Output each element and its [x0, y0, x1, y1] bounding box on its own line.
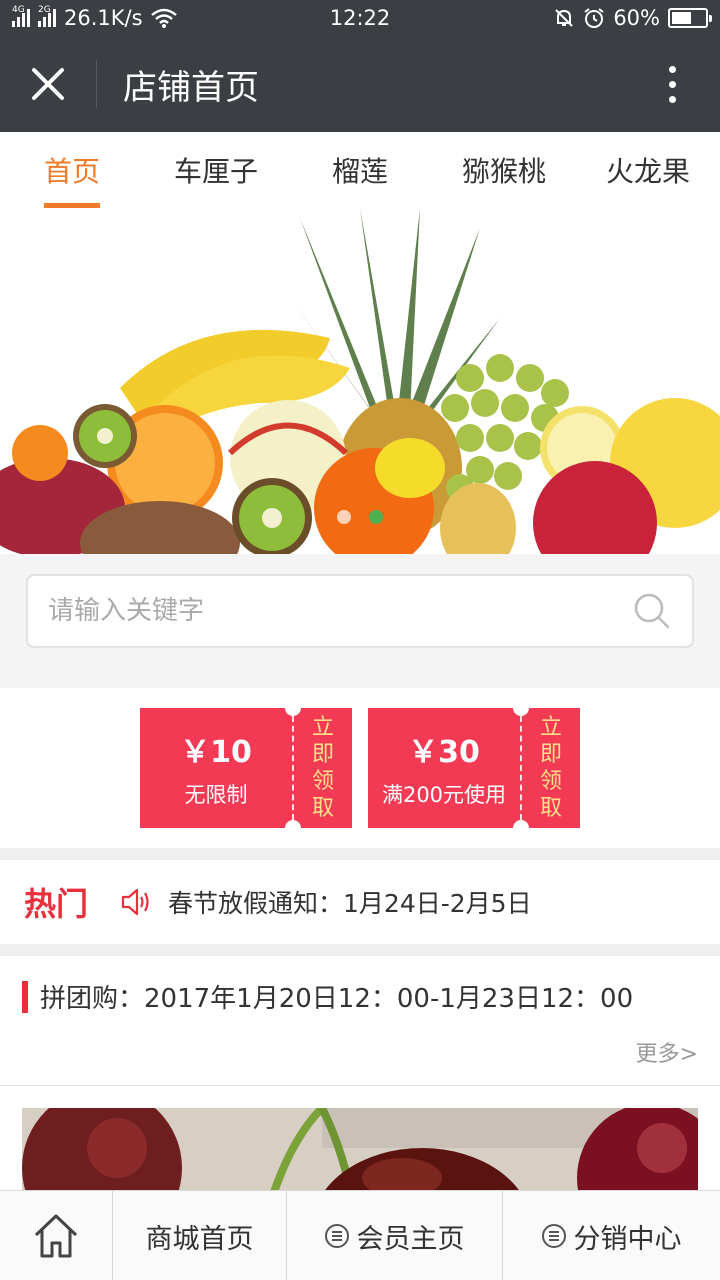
close-button[interactable] — [0, 36, 96, 132]
group-buy-header: 拼团购：2017年1月20日12：00-1月23日12：00 — [22, 978, 633, 1015]
close-icon — [32, 68, 64, 100]
nav-distribution-center[interactable]: 分销中心 — [503, 1191, 720, 1280]
more-vertical-icon — [668, 65, 676, 73]
coupon-condition: 无限制 — [184, 783, 248, 807]
claim-char: 取 — [539, 796, 562, 821]
cherry-image — [22, 1108, 698, 1198]
bottom-navigation: 商城首页 会员主页 分销中心 — [0, 1190, 720, 1280]
tab-label: 火龙果 — [605, 155, 690, 188]
coupon-notch — [285, 700, 301, 716]
coupon-perforation — [520, 716, 522, 820]
coupon-condition: 满200元使用 — [381, 783, 507, 807]
tab-label: 猕猴桃 — [461, 155, 546, 188]
claim-char: 领 — [311, 769, 334, 794]
claim-char: 立 — [539, 715, 562, 740]
search-box[interactable] — [26, 574, 694, 648]
speaker-icon — [121, 888, 149, 916]
nav-member-home[interactable]: 会员主页 — [287, 1191, 503, 1280]
notice-text[interactable]: 春节放假通知：1月24日-2月5日 — [168, 884, 532, 920]
signal-4g-icon: 4G — [12, 5, 30, 27]
claim-char: 立 — [311, 715, 334, 740]
claim-char: 即 — [311, 742, 334, 767]
coupon-notch — [513, 820, 529, 836]
coupon-main: ￥10 无限制 — [140, 708, 292, 828]
claim-char: 领 — [539, 769, 562, 794]
nav-label: 会员主页 — [356, 1223, 465, 1255]
tab-kiwi[interactable]: 猕猴桃 — [432, 132, 576, 208]
coupon-10[interactable]: ￥10 无限制 立 即 领 取 — [140, 700, 352, 836]
nav-mall-home[interactable]: 商城首页 — [113, 1191, 287, 1280]
title-divider — [96, 60, 97, 108]
signal-2g-icon: 2G — [38, 5, 56, 27]
category-tabs: 首页 车厘子 榴莲 猕猴桃 火龙果 — [0, 132, 720, 208]
search-section — [0, 554, 720, 688]
banner-dot-1[interactable] — [337, 510, 351, 524]
app-screen: 4G 2G 26.1K/s 12:22 60% 店铺首页 首页 车厘子 榴莲 猕… — [0, 0, 720, 1280]
search-icon[interactable] — [632, 591, 672, 631]
claim-coupon-button[interactable]: 立 即 领 取 — [520, 708, 580, 828]
status-right: 60% — [553, 6, 712, 30]
tab-home[interactable]: 首页 — [0, 132, 144, 208]
product-image[interactable] — [22, 1108, 698, 1198]
coupon-main: ￥30 满200元使用 — [368, 708, 520, 828]
coupon-amount: ￥30 — [408, 735, 480, 770]
more-button[interactable] — [624, 36, 720, 132]
nav-label: 分销中心 — [573, 1223, 682, 1255]
network-type-2g: 2G — [38, 5, 51, 15]
tab-label: 车厘子 — [173, 155, 258, 188]
product-card[interactable] — [0, 1086, 720, 1198]
tab-dragon-fruit[interactable]: 火龙果 — [576, 132, 720, 208]
menu-icon — [324, 1224, 349, 1248]
claim-char: 取 — [311, 796, 334, 821]
hot-notice-bar: 热门 春节放假通知：1月24日-2月5日 — [0, 860, 720, 944]
tab-durian[interactable]: 榴莲 — [288, 132, 432, 208]
coupon-30[interactable]: ￥30 满200元使用 立 即 领 取 — [368, 700, 580, 836]
coupon-notch — [513, 700, 529, 716]
coupon-amount: ￥10 — [180, 735, 252, 770]
section-marker — [22, 980, 28, 1013]
wifi-icon — [150, 8, 177, 28]
status-left: 4G 2G 26.1K/s — [12, 6, 553, 30]
battery-icon — [668, 8, 712, 28]
mute-bell-icon — [555, 9, 574, 27]
claim-char: 即 — [539, 742, 562, 767]
more-link[interactable]: 更多> — [636, 1036, 698, 1068]
menu-icon — [541, 1224, 566, 1248]
home-icon — [34, 1214, 78, 1258]
tab-label: 首页 — [43, 155, 100, 188]
battery-fill — [672, 12, 691, 24]
nav-home-button[interactable] — [0, 1191, 113, 1280]
page-title: 店铺首页 — [123, 67, 259, 108]
tab-cherry[interactable]: 车厘子 — [144, 132, 288, 208]
coupon-notch — [285, 820, 301, 836]
banner-pagination — [0, 510, 720, 524]
group-buy-title: 拼团购：2017年1月20日12：00-1月23日12：00 — [40, 984, 634, 1014]
hot-label: 热门 — [24, 885, 89, 923]
tab-label: 榴莲 — [331, 155, 388, 188]
search-input[interactable] — [48, 596, 632, 626]
banner-dot-2[interactable] — [369, 510, 383, 524]
battery-percent: 60% — [613, 6, 660, 30]
fruit-banner[interactable] — [0, 208, 720, 554]
group-buy-section: 拼团购：2017年1月20日12：00-1月23日12：00 更多> — [0, 956, 720, 1086]
network-type-4g: 4G — [12, 5, 25, 15]
alarm-icon — [584, 8, 604, 28]
coupon-perforation — [292, 716, 294, 820]
network-speed: 26.1K/s — [64, 6, 143, 30]
claim-coupon-button[interactable]: 立 即 领 取 — [292, 708, 352, 828]
status-bar: 4G 2G 26.1K/s 12:22 60% — [0, 0, 720, 36]
fruit-banner-image — [0, 208, 720, 554]
title-bar: 店铺首页 — [0, 36, 720, 132]
nav-label: 商城首页 — [145, 1223, 254, 1255]
coupon-section: ￥10 无限制 立 即 领 取 ￥30 满200元使用 立 即 领 取 — [0, 688, 720, 848]
